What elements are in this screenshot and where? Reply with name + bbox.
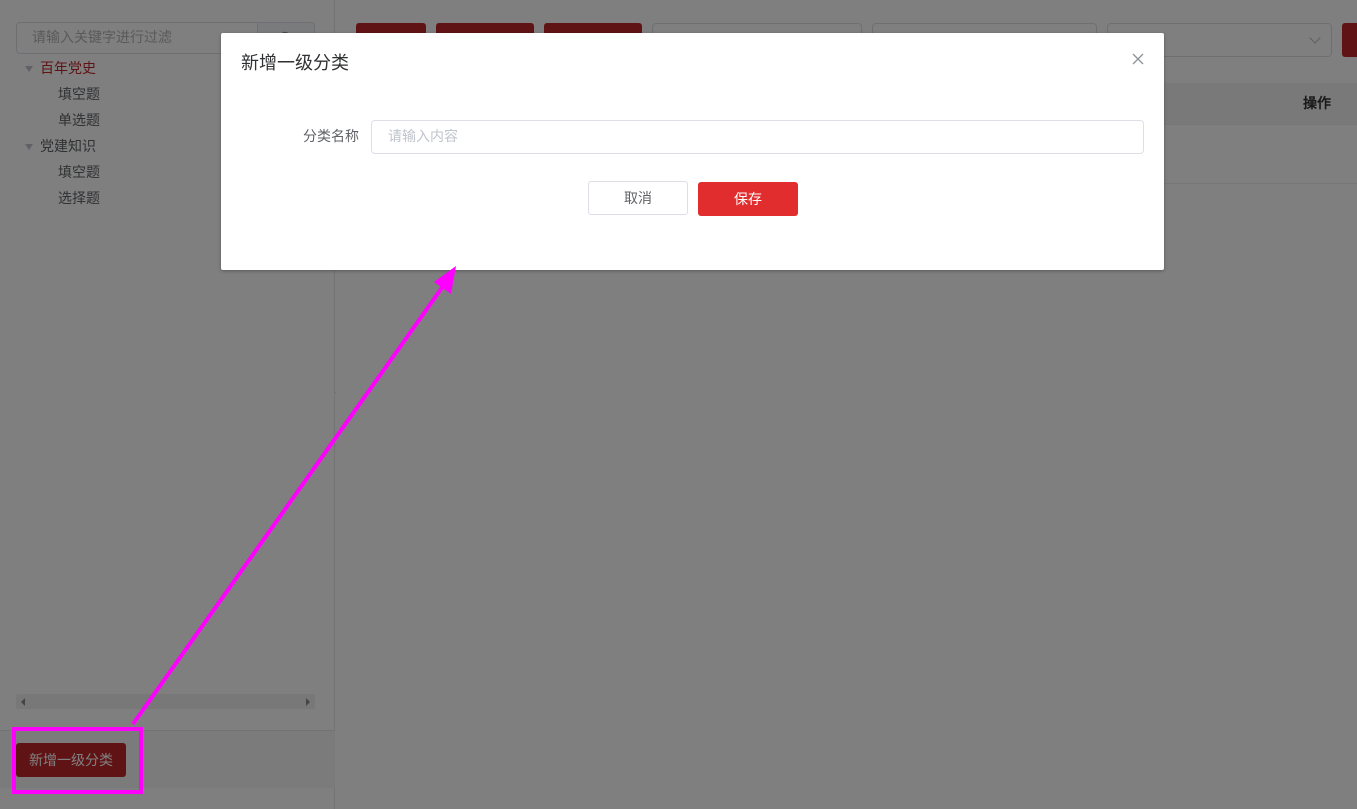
add-category-dialog: 新增一级分类 分类名称 取消 保存 bbox=[221, 33, 1164, 270]
category-name-label: 分类名称 bbox=[303, 129, 359, 145]
annotation-highlight-box bbox=[12, 727, 143, 794]
save-button[interactable]: 保存 bbox=[698, 182, 798, 216]
category-name-input[interactable] bbox=[371, 120, 1144, 154]
close-icon[interactable] bbox=[1130, 51, 1146, 67]
cancel-button[interactable]: 取消 bbox=[588, 181, 688, 215]
dialog-title: 新增一级分类 bbox=[241, 53, 349, 74]
